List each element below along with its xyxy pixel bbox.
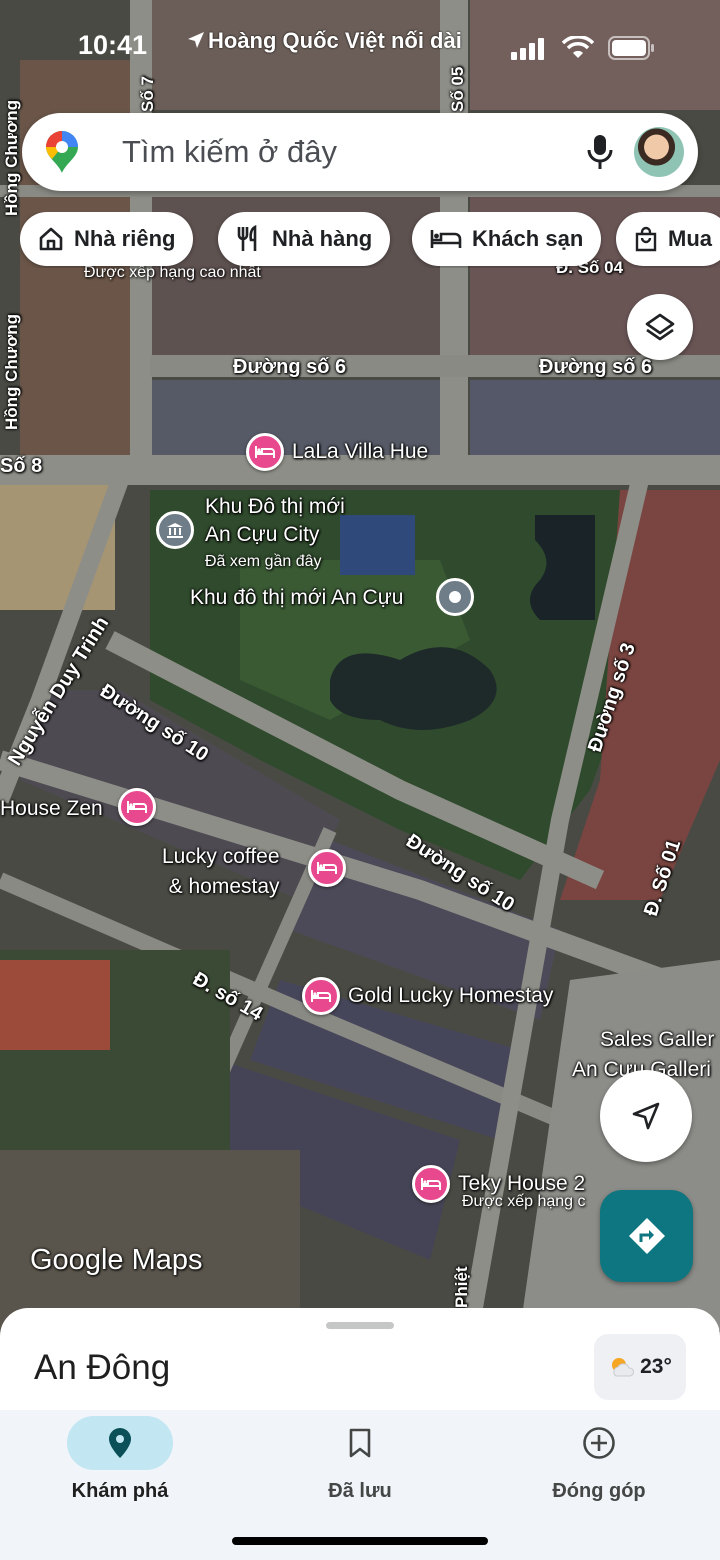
road-label-duong-so-6-left: Đường số 6 [233, 356, 347, 378]
bottom-sheet[interactable]: An Đông 23° [0, 1308, 720, 1410]
cellular-signal-icon [511, 38, 544, 60]
chip-home[interactable]: Nhà riêng [20, 212, 194, 266]
poi-name-an-cuu-urban[interactable]: Khu đô thị mới An Cựu [190, 586, 403, 610]
explore-pin-icon [109, 1428, 131, 1458]
tab-explore[interactable]: Khám phá [40, 1410, 200, 1503]
layers-icon [645, 313, 675, 341]
tab-label: Đã lưu [328, 1480, 392, 1502]
hotel-pin-icon [246, 433, 284, 471]
chip-hotel[interactable]: Khách sạn [412, 212, 602, 266]
road-label-phiet: Phiệt [452, 1266, 471, 1308]
layers-button[interactable] [627, 294, 693, 360]
drag-handle[interactable] [326, 1322, 394, 1329]
poi-name-sales-gallery[interactable]: Sales Galler [600, 1028, 714, 1052]
hotel-pin-icon [308, 849, 346, 887]
road-label-duong-so-6-right: Đường số 6 [539, 356, 653, 378]
google-maps-watermark: Google Maps [30, 1244, 203, 1276]
poi-lala-villa-hue[interactable]: LaLa Villa Hue [246, 433, 428, 471]
home-indicator[interactable] [232, 1537, 488, 1545]
hotel-pin-icon [118, 788, 156, 826]
wifi-icon [562, 36, 594, 58]
landmark-pin-icon[interactable] [156, 511, 194, 549]
add-circle-icon [583, 1427, 615, 1459]
back-app-label: Hoàng Quốc Việt nối dài [208, 28, 462, 53]
chip-restaurant[interactable]: Nhà hàng [218, 212, 391, 266]
shopping-bag-icon [635, 226, 657, 252]
temperature: 23° [640, 1355, 672, 1378]
tab-label: Đóng góp [552, 1480, 646, 1502]
directions-icon [628, 1218, 665, 1254]
location-pin-icon[interactable] [436, 578, 474, 616]
poi-house-zen[interactable] [118, 788, 156, 826]
poi-teky-subtitle: Được xếp hạng c [462, 1193, 586, 1210]
area-name: An Đông [34, 1348, 171, 1387]
chip-label: Mua [668, 226, 712, 251]
category-chips: Nhà riêng Nhà hàng Khách sạn Mua [20, 212, 720, 268]
microphone-icon[interactable] [585, 133, 615, 171]
battery-icon [608, 36, 654, 60]
partly-cloudy-icon [612, 1358, 635, 1377]
search-bar[interactable]: Tìm kiếm ở đây [22, 113, 698, 191]
poi-recently-viewed: Đã xem gần đây [205, 553, 322, 570]
navigation-arrow-icon [632, 1102, 660, 1130]
road-label-so-8: Số 8 [0, 455, 43, 477]
home-icon [39, 227, 63, 251]
tab-saved[interactable]: Đã lưu [280, 1410, 440, 1503]
poi-name-an-cuu-city[interactable]: Khu Đô thị mới An Cựu City [205, 493, 345, 549]
bookmark-icon [349, 1428, 371, 1458]
hotel-icon [430, 230, 462, 248]
hotel-pin-icon [412, 1165, 450, 1203]
poi-name-lucky-coffee[interactable]: Lucky coffee & homestay [162, 842, 280, 902]
google-maps-logo-icon [46, 131, 78, 173]
back-to-app-link[interactable]: Hoàng Quốc Việt nối dài [186, 28, 462, 54]
tab-contribute[interactable]: Đóng góp [519, 1410, 679, 1503]
location-arrow-icon [188, 32, 204, 48]
restaurant-icon [237, 225, 257, 251]
tab-label: Khám phá [71, 1480, 169, 1502]
poi-lucky-coffee[interactable] [308, 849, 346, 887]
chip-label: Khách sạn [472, 226, 584, 251]
hotel-pin-icon [302, 977, 340, 1015]
road-label-so-7: Số 7 [138, 76, 157, 112]
poi-name-house-zen[interactable]: House Zen [0, 797, 103, 821]
poi-name: Gold Lucky Homestay [348, 984, 554, 1007]
road-label-hong-chuong-mid: Hồng Chương [2, 314, 21, 430]
chip-shopping[interactable]: Mua [616, 212, 720, 266]
clock: 10:41 [78, 30, 148, 60]
search-input[interactable]: Tìm kiếm ở đây [122, 134, 337, 170]
directions-button[interactable] [600, 1190, 693, 1282]
poi-gold-lucky-homestay[interactable]: Gold Lucky Homestay [302, 977, 553, 1015]
poi-name: LaLa Villa Hue [292, 440, 429, 463]
my-location-button[interactable] [600, 1070, 692, 1162]
road-label-hong-chuong-top: Hồng Chương [2, 100, 21, 216]
avatar[interactable] [634, 127, 684, 177]
status-bar: 10:41 Hoàng Quốc Việt nối dài [0, 22, 720, 68]
road-label-so-05: Số 05 [448, 66, 467, 112]
chip-label: Nhà riêng [74, 226, 176, 251]
chip-label: Nhà hàng [272, 226, 373, 251]
weather-badge[interactable]: 23° [594, 1334, 686, 1400]
